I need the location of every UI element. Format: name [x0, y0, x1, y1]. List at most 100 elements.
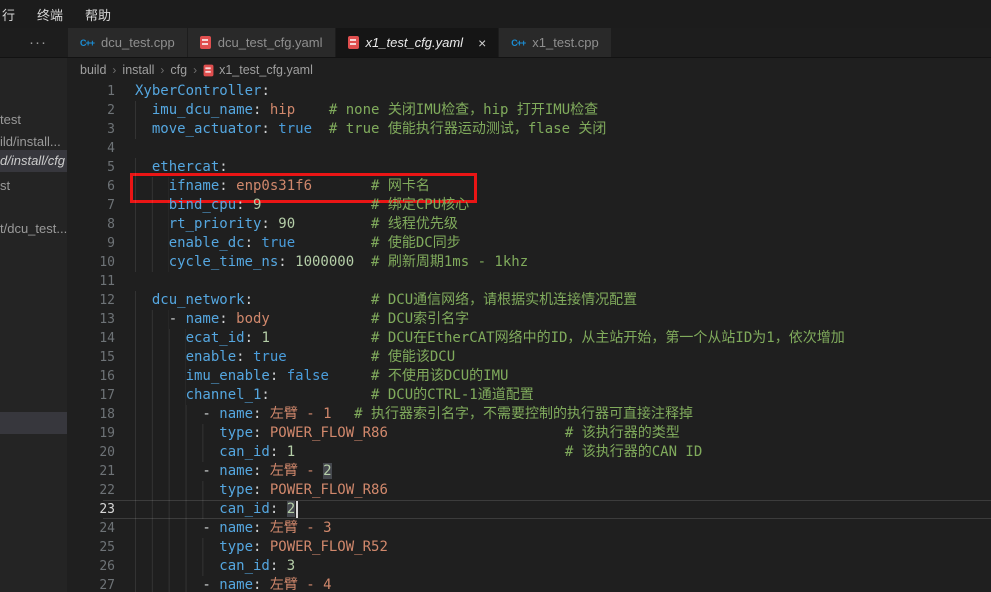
sidebar-item-test[interactable]: test [0, 109, 67, 131]
menu-item-终端[interactable]: 终端 [37, 5, 63, 24]
tab-x1_test.cpp[interactable]: C++x1_test.cpp [499, 28, 611, 57]
code-line-24[interactable]: 24- name: 左臂 - 3 [67, 519, 991, 538]
token: ethercat [152, 159, 219, 175]
code-line-10[interactable]: 10cycle_time_ns: 1000000# 刷新周期1ms - 1khz [67, 253, 991, 272]
token: name [219, 520, 253, 536]
comment: # 使能该DCU [371, 348, 455, 367]
close-icon[interactable]: × [478, 36, 486, 50]
token: enable [186, 349, 237, 365]
code-line-4[interactable]: 4 [67, 139, 991, 158]
token: 9 [245, 197, 262, 213]
tab-label: x1_test_cfg.yaml [366, 35, 464, 50]
code-line-text: - name: 左臂 - 3 [135, 519, 991, 538]
token: POWER_FLOW_R86 [261, 425, 387, 441]
token: : [219, 159, 227, 175]
breadcrumb-segment-cfg[interactable]: cfg [170, 63, 187, 77]
code-line-11[interactable]: 11 [67, 272, 991, 291]
line-number: 11 [67, 272, 115, 291]
code-line-18[interactable]: 18- name: 左臂 - 1# 执行器索引名字，不需要控制的执行器可直接注释… [67, 405, 991, 424]
chevron-right-icon: › [160, 63, 164, 77]
indent-guides [135, 234, 169, 253]
code-line-15[interactable]: 15enable: true# 使能该DCU [67, 348, 991, 367]
indent-guides [135, 158, 152, 177]
tab-dcu_test_cfg.yaml[interactable]: dcu_test_cfg.yaml [188, 28, 335, 57]
code-line-1[interactable]: 1XyberController: [67, 82, 991, 101]
comment: # 执行器索引名字，不需要控制的执行器可直接注释掉 [354, 405, 693, 424]
line-number: 8 [67, 215, 115, 234]
code-line-9[interactable]: 9enable_dc: true# 使能DC同步 [67, 234, 991, 253]
code-line-14[interactable]: 14ecat_id: 1# DCU在EtherCAT网络中的ID，从主站开始，第… [67, 329, 991, 348]
indent-guides [135, 215, 169, 234]
token: channel_1 [186, 387, 262, 403]
code-line-17[interactable]: 17channel_1:# DCU的CTRL-1通道配置 [67, 386, 991, 405]
code-line-text: type: POWER_FLOW_R86 [135, 481, 991, 500]
indent-guides [135, 367, 186, 386]
indent-guides [135, 253, 169, 272]
code-line-27[interactable]: 27- name: 左臂 - 4 [67, 576, 991, 592]
tab-x1_test_cfg.yaml[interactable]: x1_test_cfg.yaml × [336, 28, 499, 57]
code-line-20[interactable]: 20can_id: 1# 该执行器的CAN ID [67, 443, 991, 462]
token: XyberController [135, 83, 261, 99]
code-line-5[interactable]: 5ethercat: [67, 158, 991, 177]
code-line-3[interactable]: 3move_actuator: true# true 使能执行器运动测试，fla… [67, 120, 991, 139]
comment: # DCU索引名字 [371, 310, 469, 329]
token: type [219, 482, 253, 498]
code-line-13[interactable]: 13- name: body# DCU索引名字 [67, 310, 991, 329]
code-line-2[interactable]: 2imu_dcu_name: hip# none 关闭IMU检查，hip 打开I… [67, 101, 991, 120]
breadcrumb-segment-build[interactable]: build [80, 63, 106, 77]
token: name [186, 311, 220, 327]
code-line-8[interactable]: 8rt_priority: 90# 线程优先级 [67, 215, 991, 234]
token: hip [261, 102, 295, 118]
token: : [236, 197, 244, 213]
code-line-7[interactable]: 7bind_cpu: 9# 绑定CPU核心 [67, 196, 991, 215]
code-line-text: type: POWER_FLOW_R52 [135, 538, 991, 557]
code-line-16[interactable]: 16imu_enable: false# 不使用该DCU的IMU [67, 367, 991, 386]
token: : [278, 254, 286, 270]
sidebar-item-t/dcu_test...[interactable]: t/dcu_test... [0, 218, 67, 240]
indent-guides [135, 462, 202, 481]
code-line-22[interactable]: 22type: POWER_FLOW_R86 [67, 481, 991, 500]
token: 左臂 - 1 [261, 406, 331, 422]
code-line-19[interactable]: 19type: POWER_FLOW_R86# 该执行器的类型 [67, 424, 991, 443]
menu-item-行[interactable]: 行 [2, 5, 15, 24]
code-line-6[interactable]: 6ifname: enp0s31f6# 网卡名 [67, 177, 991, 196]
comment: # DCU在EtherCAT网络中的ID，从主站开始，第一个从站ID为1，依次增… [371, 329, 845, 348]
indent-guides [135, 177, 169, 196]
sidebar-item-st[interactable]: st [0, 175, 67, 197]
code-line-text: - name: 左臂 - 1# 执行器索引名字，不需要控制的执行器可直接注释掉 [135, 405, 991, 424]
indent-guides [135, 405, 202, 424]
token: can_id [219, 558, 270, 574]
line-number: 26 [67, 557, 115, 576]
line-number: 12 [67, 291, 115, 310]
code-line-26[interactable]: 26can_id: 3 [67, 557, 991, 576]
token: dcu_network [152, 292, 245, 308]
menu-item-帮助[interactable]: 帮助 [85, 5, 111, 24]
editor-pane: build›install›cfg›x1_test_cfg.yaml 1Xybe… [67, 58, 991, 592]
token: : [219, 311, 227, 327]
code-line-12[interactable]: 12dcu_network:# DCU通信网络，请根据实机连接情况配置 [67, 291, 991, 310]
sidebar-item-row-5[interactable] [0, 412, 67, 434]
sidebar-item-d/install/cfg[interactable]: d/install/cfg [0, 150, 67, 172]
token: name [219, 463, 253, 479]
token: POWER_FLOW_R86 [261, 482, 387, 498]
code-line-25[interactable]: 25type: POWER_FLOW_R52 [67, 538, 991, 557]
token: can_id [219, 501, 270, 517]
token: false [278, 368, 329, 384]
indent-guides [135, 291, 152, 310]
tab-dcu_test.cpp[interactable]: C++dcu_test.cpp [68, 28, 187, 57]
line-number: 2 [67, 101, 115, 120]
more-actions-icon[interactable]: ··· [18, 28, 58, 57]
line-number: 9 [67, 234, 115, 253]
breadcrumb-segment-install[interactable]: install [122, 63, 154, 77]
comment: # 使能DC同步 [371, 234, 461, 253]
indent-guides [135, 519, 202, 538]
indent-guides [135, 120, 152, 139]
token: true [253, 235, 295, 251]
code-line-23[interactable]: 23can_id: 2 [67, 500, 991, 519]
code-line-21[interactable]: 21- name: 左臂 - 2 [67, 462, 991, 481]
code-editor[interactable]: 1XyberController:2imu_dcu_name: hip# non… [67, 82, 991, 592]
line-number: 6 [67, 177, 115, 196]
breadcrumb-file[interactable]: x1_test_cfg.yaml [203, 63, 313, 77]
yaml-file-icon [348, 36, 359, 49]
indent-guides [135, 310, 169, 329]
